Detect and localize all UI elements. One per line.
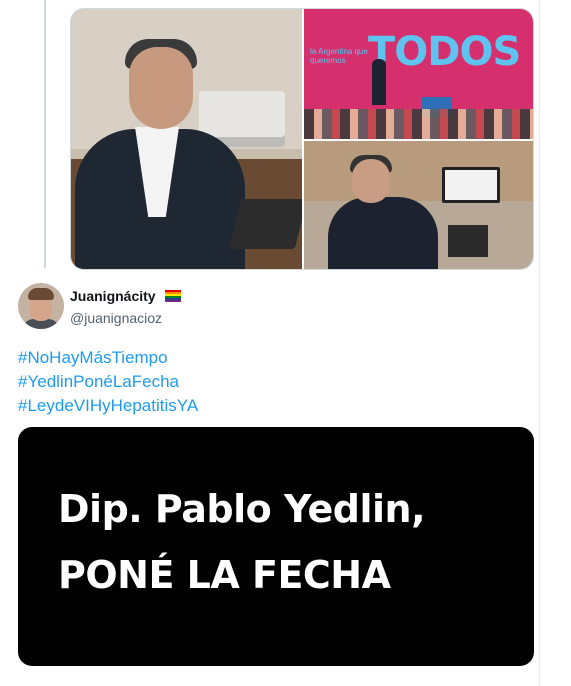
- tweet-hashtags: #NoHayMásTiempo #YedlinPonéLaFecha #Leyd…: [18, 346, 198, 418]
- quoted-media-grid[interactable]: la Argentina que queremos TODOS: [70, 8, 534, 270]
- speaker: [372, 59, 386, 105]
- stage-subtitle: la Argentina que queremos: [310, 47, 368, 65]
- photo-office-desk[interactable]: [304, 141, 533, 269]
- user-handle[interactable]: @juanignacioz: [70, 310, 162, 326]
- thread-connector-line: [44, 0, 46, 268]
- tweet-image-card[interactable]: Dip. Pablo Yedlin, PONÉ LA FECHA: [18, 427, 534, 666]
- laptop: [228, 199, 302, 249]
- monitor: [442, 167, 500, 203]
- hashtag-link[interactable]: #NoHayMásTiempo: [18, 346, 198, 370]
- image-text-line2: PONÉ LA FECHA: [58, 553, 391, 597]
- avatar[interactable]: [18, 283, 64, 329]
- photo-stage-event[interactable]: la Argentina que queremos TODOS: [304, 9, 533, 139]
- stage-sign: TODOS: [368, 29, 521, 75]
- photo-office-laptop[interactable]: [71, 9, 302, 269]
- flag-stripe: [165, 300, 181, 302]
- rainbow-flag-icon: [165, 290, 181, 302]
- image-text-line1: Dip. Pablo Yedlin,: [58, 487, 426, 531]
- hashtag-link[interactable]: #LeydeVIHyHepatitisYA: [18, 394, 198, 418]
- hashtag-link[interactable]: #YedlinPonéLaFecha: [18, 370, 198, 394]
- display-name[interactable]: Juanignácity: [70, 288, 156, 304]
- crowd: [304, 109, 533, 139]
